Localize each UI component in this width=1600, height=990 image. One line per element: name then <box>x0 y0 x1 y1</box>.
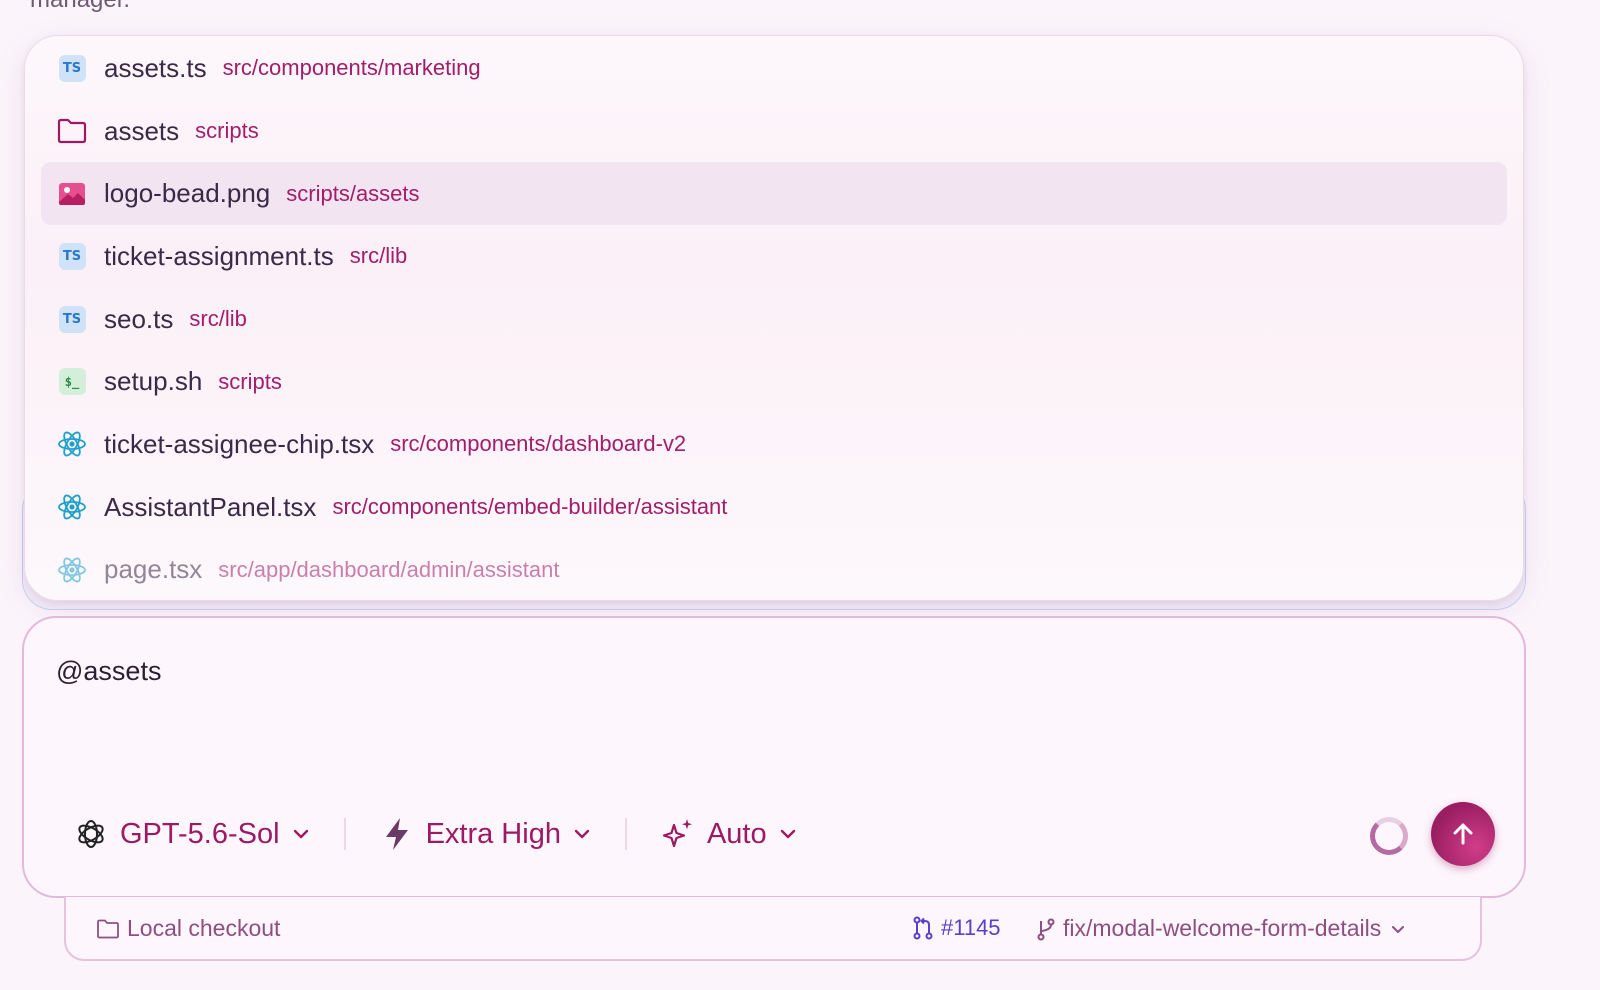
suggestion-item-selected[interactable]: logo-bead.png scripts/assets <box>41 162 1507 226</box>
divider <box>343 818 346 850</box>
mode-label: Auto <box>706 817 767 850</box>
shell-icon: $_ <box>57 367 87 397</box>
suggestion-path: src/app/dashboard/admin/assistant <box>218 556 560 582</box>
image-icon <box>57 179 87 209</box>
react-icon <box>57 429 87 459</box>
suggestion-name: AssistantPanel.tsx <box>104 491 317 522</box>
message-input[interactable]: @assets <box>56 656 161 687</box>
suggestion-item[interactable]: TS assets.ts src/components/marketing <box>41 37 1507 100</box>
suggestion-name: logo-bead.png <box>104 178 271 209</box>
previous-message-text: manager. <box>30 0 130 14</box>
suggestion-item[interactable]: assets scripts <box>41 100 1507 163</box>
suggestion-item[interactable]: TS ticket-assignment.ts src/lib <box>41 225 1507 288</box>
suggestion-path: src/components/embed-builder/assistant <box>332 494 728 520</box>
suggestion-path: src/components/marketing <box>222 55 481 81</box>
suggestion-name: assets.ts <box>104 52 207 83</box>
chevron-down-icon <box>780 829 795 839</box>
send-button[interactable] <box>1431 802 1495 866</box>
pr-number: #1145 <box>941 915 1001 940</box>
composer-controls: GPT-5.6-Sol Extra High Auto <box>74 814 797 854</box>
suggestion-path: scripts <box>195 118 259 144</box>
suggestion-name: page.tsx <box>104 554 203 585</box>
lightning-icon <box>380 817 414 851</box>
suggestion-path: src/lib <box>349 243 408 269</box>
checkout-label: Local checkout <box>127 915 281 941</box>
checkout-selector[interactable]: Local checkout <box>96 915 280 942</box>
loading-spinner-icon <box>1370 817 1408 855</box>
mode-selector[interactable]: Auto <box>661 817 797 851</box>
sparkles-icon <box>661 817 695 851</box>
file-suggestion-list: TS assets.ts src/components/marketing as… <box>25 36 1523 601</box>
suggestion-item[interactable]: AssistantPanel.tsx src/components/embed-… <box>41 476 1507 539</box>
model-label: GPT-5.6-Sol <box>120 817 280 850</box>
branch-label: fix/modal-welcome-form-details <box>1063 915 1382 941</box>
typescript-icon: TS <box>57 241 87 271</box>
suggestion-path: src/components/dashboard-v2 <box>390 431 687 457</box>
react-icon <box>57 492 87 522</box>
arrow-up-icon <box>1453 823 1473 845</box>
effort-label: Extra High <box>425 817 561 850</box>
suggestion-item[interactable]: $_ setup.sh scripts <box>41 350 1507 413</box>
suggestion-name: seo.ts <box>104 303 174 334</box>
folder-icon <box>57 116 87 146</box>
model-selector[interactable]: GPT-5.6-Sol <box>74 817 310 851</box>
react-icon <box>57 555 87 585</box>
suggestion-path: scripts/assets <box>286 180 420 206</box>
openai-logo-icon <box>74 817 108 851</box>
suggestion-item[interactable]: ticket-assignee-chip.tsx src/components/… <box>41 413 1507 476</box>
file-mention-popup: TS assets.ts src/components/marketing as… <box>24 35 1524 601</box>
suggestion-name: ticket-assignee-chip.tsx <box>104 428 375 459</box>
suggestion-name: assets <box>104 115 180 146</box>
suggestion-path: scripts <box>218 368 282 394</box>
typescript-icon: TS <box>57 53 87 83</box>
folder-icon <box>97 919 119 938</box>
suggestion-item[interactable]: page.tsx src/app/dashboard/admin/assista… <box>41 539 1507 601</box>
message-composer: @assets GPT-5.6-Sol Extra High Auto <box>22 616 1526 898</box>
chevron-down-icon <box>293 829 308 839</box>
chevron-down-icon <box>574 829 590 839</box>
effort-selector[interactable]: Extra High <box>380 817 591 851</box>
chevron-down-icon <box>1392 925 1405 933</box>
suggestion-item[interactable]: TS seo.ts src/lib <box>41 288 1507 351</box>
suggestion-name: setup.sh <box>104 366 203 397</box>
suggestion-name: ticket-assignment.ts <box>104 240 334 271</box>
branch-selector[interactable]: fix/modal-welcome-form-details <box>1036 915 1407 942</box>
pull-request-link[interactable]: #1145 <box>912 915 1001 941</box>
divider <box>624 818 627 850</box>
typescript-icon: TS <box>57 304 87 334</box>
git-branch-icon <box>1037 918 1055 940</box>
pull-request-icon <box>913 916 933 940</box>
suggestion-path: src/lib <box>189 306 247 332</box>
workspace-footer: Local checkout #1145 fix/modal-welcome-f… <box>64 897 1482 961</box>
